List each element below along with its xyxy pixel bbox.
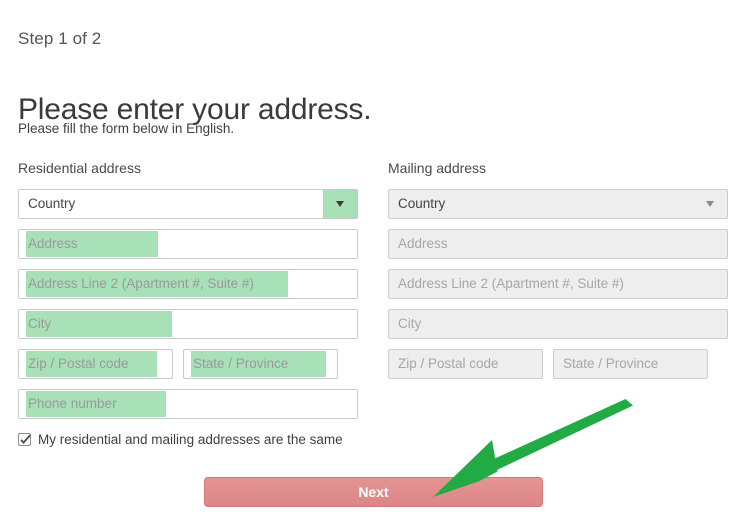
residential-address-input[interactable]: Address: [18, 229, 358, 259]
mailing-country-row: Country: [388, 189, 728, 219]
mailing-city-placeholder: City: [398, 316, 422, 331]
residential-address-column: Residential address Country Address Addr…: [18, 160, 358, 429]
residential-country-dropdown-button[interactable]: [323, 190, 357, 218]
mailing-state-input[interactable]: State / Province: [553, 349, 708, 379]
residential-city-input[interactable]: City: [18, 309, 358, 339]
residential-address2-row: Address Line 2 (Apartment #, Suite #): [18, 269, 358, 299]
residential-country-select[interactable]: Country: [18, 189, 358, 219]
mailing-city-row: City: [388, 309, 728, 339]
checkmark-icon: [20, 434, 31, 444]
mailing-address2-placeholder: Address Line 2 (Apartment #, Suite #): [398, 276, 624, 291]
residential-country-value: Country: [28, 196, 76, 211]
residential-zip-state-row: Zip / Postal code State / Province: [18, 349, 358, 379]
mailing-zip-state-row: Zip / Postal code State / Province: [388, 349, 728, 379]
mailing-country-select[interactable]: Country: [388, 189, 728, 219]
same-address-row[interactable]: My residential and mailing addresses are…: [18, 432, 343, 447]
chevron-down-icon: [336, 201, 344, 207]
page-subtitle: Please fill the form below in English.: [18, 121, 235, 136]
chevron-down-icon: [706, 201, 714, 207]
mailing-address-row: Address: [388, 229, 728, 259]
residential-zip-placeholder: Zip / Postal code: [28, 356, 129, 371]
residential-address-placeholder: Address: [28, 236, 78, 251]
mailing-country-value: Country: [398, 196, 446, 211]
residential-zip-input[interactable]: Zip / Postal code: [18, 349, 173, 379]
residential-city-placeholder: City: [28, 316, 52, 331]
residential-address2-input[interactable]: Address Line 2 (Apartment #, Suite #): [18, 269, 358, 299]
mailing-state-placeholder: State / Province: [563, 356, 659, 371]
mailing-country-dropdown-button[interactable]: [693, 190, 727, 218]
residential-phone-placeholder: Phone number: [28, 396, 117, 411]
mailing-address2-row: Address Line 2 (Apartment #, Suite #): [388, 269, 728, 299]
address-form-page: Step 1 of 2 Please enter your address. P…: [0, 0, 746, 525]
mailing-city-input[interactable]: City: [388, 309, 728, 339]
same-address-checkbox[interactable]: [18, 433, 31, 446]
mailing-zip-input[interactable]: Zip / Postal code: [388, 349, 543, 379]
residential-address2-placeholder: Address Line 2 (Apartment #, Suite #): [28, 276, 254, 291]
step-indicator: Step 1 of 2: [18, 29, 102, 48]
residential-city-row: City: [18, 309, 358, 339]
next-button[interactable]: Next: [204, 477, 543, 507]
mailing-address-column: Mailing address Country Address Address …: [388, 160, 728, 389]
residential-country-row: Country: [18, 189, 358, 219]
residential-state-input[interactable]: State / Province: [183, 349, 338, 379]
mailing-address-input[interactable]: Address: [388, 229, 728, 259]
residential-state-placeholder: State / Province: [193, 356, 289, 371]
residential-phone-input[interactable]: Phone number: [18, 389, 358, 419]
mailing-address2-input[interactable]: Address Line 2 (Apartment #, Suite #): [388, 269, 728, 299]
mailing-address-heading: Mailing address: [388, 160, 487, 176]
mailing-address-placeholder: Address: [398, 236, 448, 251]
residential-address-row: Address: [18, 229, 358, 259]
residential-phone-row: Phone number: [18, 389, 358, 419]
mailing-zip-placeholder: Zip / Postal code: [398, 356, 499, 371]
residential-address-heading: Residential address: [18, 160, 141, 176]
same-address-label: My residential and mailing addresses are…: [38, 432, 343, 447]
